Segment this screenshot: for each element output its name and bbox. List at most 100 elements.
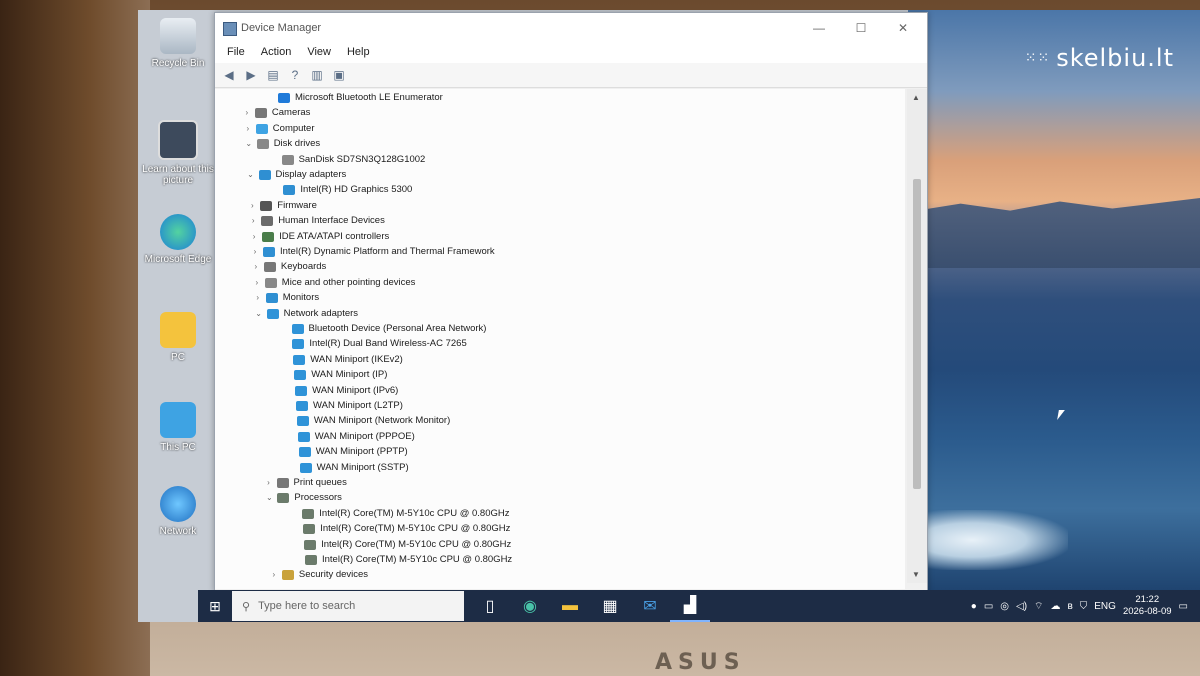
expand-chevron-icon[interactable]: › xyxy=(252,276,262,290)
forward-arrow-icon[interactable]: ▶ xyxy=(243,68,259,82)
title-bar[interactable]: Device Manager — ☐ ✕ xyxy=(215,13,927,43)
headset-icon[interactable]: ◎ xyxy=(1000,601,1009,612)
tree-item[interactable]: › Intel(R) Dynamic Platform and Thermal F… xyxy=(250,245,495,259)
collapse-chevron-icon[interactable]: ⌄ xyxy=(264,491,274,505)
update-driver-icon[interactable]: ▥ xyxy=(309,68,325,82)
tree-item[interactable]: › Security devices xyxy=(269,568,368,582)
tree-item[interactable]: WAN Miniport (Network Monitor) xyxy=(284,414,450,428)
tree-item[interactable]: Intel(R) Core(TM) M-5Y10c CPU @ 0.80GHz xyxy=(291,538,511,552)
tree-item[interactable]: ⌄ Processors xyxy=(264,491,342,505)
tree-item[interactable]: › Cameras xyxy=(242,106,310,120)
device-manager-icon[interactable]: ▟ xyxy=(670,590,710,622)
windows-start-icon[interactable]: ⊞ xyxy=(198,590,232,622)
minimize-button[interactable]: — xyxy=(799,17,839,39)
collapse-chevron-icon[interactable]: ⌄ xyxy=(254,307,264,321)
network-adapter-icon xyxy=(266,308,279,319)
collapse-chevron-icon[interactable]: ⌄ xyxy=(244,137,254,151)
menu-view[interactable]: View xyxy=(299,43,339,63)
scroll-thumb[interactable] xyxy=(913,179,921,489)
tree-item[interactable]: WAN Miniport (PPTP) xyxy=(286,445,408,459)
scroll-up-icon[interactable]: ▲ xyxy=(912,93,920,102)
desktop-icon-this-pc[interactable]: This PC xyxy=(138,402,218,453)
collapse-chevron-icon[interactable]: ⌄ xyxy=(246,168,256,182)
close-button[interactable]: ✕ xyxy=(883,17,923,39)
expand-chevron-icon[interactable]: › xyxy=(249,230,259,244)
desktop-icon-pc-folder[interactable]: PC xyxy=(138,312,218,363)
tree-item[interactable]: › Keyboards xyxy=(251,260,326,274)
desktop-icon-recycle-bin[interactable]: Recycle Bin xyxy=(138,18,218,69)
tree-item[interactable]: ⌄ Display adapters xyxy=(246,168,346,182)
menu-action[interactable]: Action xyxy=(253,43,300,63)
tree-item[interactable]: WAN Miniport (SSTP) xyxy=(287,461,409,475)
store-icon[interactable]: ▦ xyxy=(590,590,630,622)
volume-icon[interactable]: ◁) xyxy=(1016,601,1027,612)
expand-chevron-icon[interactable]: › xyxy=(269,568,279,582)
language-indicator[interactable]: ENG xyxy=(1094,601,1116,612)
menu-file[interactable]: File xyxy=(219,43,253,63)
toolbar: ◀ ▶ ▤ ? ▥ ▣ xyxy=(215,63,927,88)
tree-item[interactable]: WAN Miniport (IP) xyxy=(281,368,387,382)
properties-icon[interactable]: ▤ xyxy=(265,68,281,82)
desktop-wallpaper xyxy=(908,10,1200,590)
expand-chevron-icon[interactable]: › xyxy=(250,245,260,259)
clock[interactable]: 21:22 2026-08-09 xyxy=(1123,594,1172,618)
monitor-icon xyxy=(258,170,271,180)
tree-item[interactable]: WAN Miniport (PPPOE) xyxy=(285,430,415,444)
tree-item[interactable]: WAN Miniport (L2TP) xyxy=(283,399,403,413)
tree-item[interactable]: SanDisk SD7SN3Q128G1002 xyxy=(269,153,425,167)
taskbar-search-box[interactable]: ⚲ Type here to search xyxy=(232,591,464,621)
scroll-down-icon[interactable]: ▼ xyxy=(912,570,920,579)
wallpaper-wave xyxy=(908,510,1068,570)
edge-icon[interactable]: ◉ xyxy=(510,590,550,622)
expand-chevron-icon[interactable]: › xyxy=(253,291,263,305)
back-arrow-icon[interactable]: ◀ xyxy=(221,68,237,82)
tree-item[interactable]: › Firmware xyxy=(247,199,317,213)
desktop-icon-learn-picture[interactable]: Learn about this picture xyxy=(138,120,218,186)
scan-hardware-icon[interactable]: ▣ xyxy=(331,68,347,82)
system-tray: ● ▭ ◎ ◁) ⌔ ☁ ʙ ⛉ ENG 21:22 2026-08-09 ▭ xyxy=(971,590,1188,622)
onedrive-icon[interactable]: ☁ xyxy=(1050,601,1060,612)
expand-chevron-icon[interactable]: › xyxy=(242,106,252,120)
expand-chevron-icon[interactable]: › xyxy=(247,199,257,213)
tree-item[interactable]: WAN Miniport (IKEv2) xyxy=(280,353,403,367)
tree-item[interactable]: Intel(R) Core(TM) M-5Y10c CPU @ 0.80GHz xyxy=(292,553,512,567)
notifications-icon[interactable]: ▭ xyxy=(1179,601,1188,612)
expand-chevron-icon[interactable]: › xyxy=(248,214,258,228)
tree-item[interactable]: Bluetooth Device (Personal Area Network) xyxy=(279,322,486,336)
tree-item[interactable]: Intel(R) HD Graphics 5300 xyxy=(270,183,412,197)
expand-chevron-icon[interactable]: › xyxy=(264,476,274,490)
tree-item[interactable]: › Mice and other pointing devices xyxy=(252,276,415,290)
tree-item[interactable]: Intel(R) Core(TM) M-5Y10c CPU @ 0.80GHz xyxy=(289,507,509,521)
desktop-icon-edge[interactable]: Microsoft Edge xyxy=(138,214,218,265)
tree-item[interactable]: › IDE ATA/ATAPI controllers xyxy=(249,230,389,244)
expand-chevron-icon[interactable]: › xyxy=(251,260,261,274)
battery-icon[interactable]: ▭ xyxy=(984,601,993,612)
wallpaper-mountains xyxy=(908,198,1200,268)
menu-help[interactable]: Help xyxy=(339,43,378,63)
people-icon[interactable]: ● xyxy=(971,601,977,612)
task-view-icon[interactable]: ▯ xyxy=(470,590,510,622)
processor-icon xyxy=(302,508,315,519)
security-icon[interactable]: ⛉ xyxy=(1080,601,1088,612)
vertical-scrollbar[interactable]: ▲ ▼ xyxy=(907,89,927,583)
bluetooth-icon[interactable]: ʙ xyxy=(1067,601,1072,612)
tree-item[interactable]: › Human Interface Devices xyxy=(248,214,385,228)
maximize-button[interactable]: ☐ xyxy=(841,17,881,39)
tree-item[interactable]: › Monitors xyxy=(253,291,319,305)
tree-item[interactable]: Intel(R) Dual Band Wireless-AC 7265 xyxy=(279,337,467,351)
tree-item[interactable]: ⌄ Disk drives xyxy=(244,137,320,151)
wifi-icon[interactable]: ⌔ xyxy=(1034,600,1043,613)
help-icon[interactable]: ? xyxy=(287,68,303,82)
desktop-icon-network[interactable]: Network xyxy=(138,486,218,537)
computer-icon xyxy=(255,123,268,134)
expand-chevron-icon[interactable]: › xyxy=(243,122,253,136)
tree-item[interactable]: ⌄ Network adapters xyxy=(254,307,358,321)
tree-item[interactable]: Intel(R) Core(TM) M-5Y10c CPU @ 0.80GHz xyxy=(290,522,510,536)
mail-icon[interactable]: ✉ xyxy=(630,590,670,622)
tree-item[interactable]: Microsoft Bluetooth LE Enumerator xyxy=(265,91,443,105)
tree-item-label: Keyboards xyxy=(280,261,327,273)
tree-item[interactable]: WAN Miniport (IPv6) xyxy=(282,384,398,398)
tree-item[interactable]: › Print queues xyxy=(264,476,347,490)
file-explorer-icon[interactable]: ▬ xyxy=(550,590,590,622)
tree-item[interactable]: › Computer xyxy=(243,122,315,136)
